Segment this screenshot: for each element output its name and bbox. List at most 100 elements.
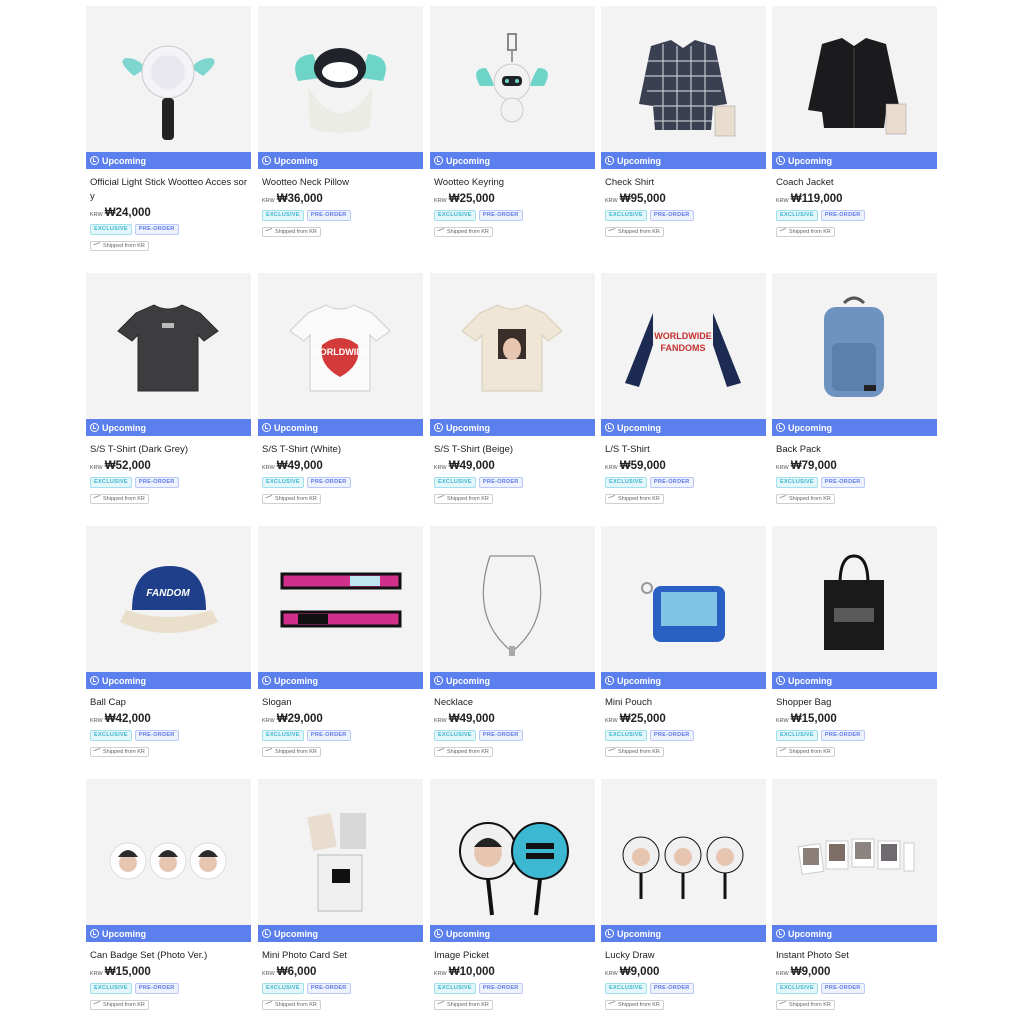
shipping-badge: Shipped from KR [776,226,835,237]
preorder-badge: PRE-ORDER [134,477,179,488]
product-name[interactable]: Can Badge Set (Photo Ver.) [86,949,251,963]
product-image[interactable] [86,273,251,419]
airplane-icon [608,227,617,236]
product-image[interactable] [86,6,251,152]
product-name[interactable]: S/S T-Shirt (Dark Grey) [86,443,251,457]
shipping-badge: Shipped from KR [605,493,664,504]
tag-list: EXCLUSIVE PRE-ORDER [601,730,766,741]
product-name[interactable]: Shopper Bag [772,696,937,710]
airplane-icon [265,227,274,236]
preorder-badge: PRE-ORDER [649,730,694,741]
product-name[interactable]: Wootteo Neck Pillow [258,176,423,190]
product-card[interactable]: WORLDWIDE Upcoming S/S T-Shirt (White) K… [258,273,423,506]
product-card[interactable]: Upcoming Necklace KRW ₩49,000 EXCLUSIVE … [430,526,595,759]
clock-icon [90,676,99,685]
exclusive-badge: EXCLUSIVE [605,210,647,221]
shipping-label: Shipped from KR [447,748,489,755]
product-name[interactable]: Slogan [258,696,423,710]
product-card[interactable]: Upcoming Check Shirt KRW ₩95,000 EXCLUSI… [601,6,766,239]
product-image[interactable] [86,779,251,925]
product-card[interactable]: Upcoming Mini Pouch KRW ₩25,000 EXCLUSIV… [601,526,766,759]
product-image[interactable] [772,779,937,925]
product-card[interactable]: WORLDWIDE FANDOMS Upcoming L/S T-Shirt KR… [601,273,766,506]
product-card[interactable]: Upcoming Lucky Draw KRW ₩9,000 EXCLUSIVE… [601,779,766,1012]
product-card[interactable]: Upcoming Wootteo Keyring KRW ₩25,000 EXC… [430,6,595,239]
tshirt-dark-grey-image [117,304,219,392]
product-image[interactable] [258,779,423,925]
product-name[interactable]: Coach Jacket [772,176,937,190]
product-card[interactable]: Upcoming Coach Jacket KRW ₩119,000 EXCLU… [772,6,937,239]
currency-label: KRW [90,212,103,218]
product-card[interactable]: Upcoming Image Picket KRW ₩10,000 EXCLUS… [430,779,595,1012]
product-name[interactable]: Instant Photo Set [772,949,937,963]
necklace-image [482,555,542,656]
product-card[interactable]: Upcoming Slogan KRW ₩29,000 EXCLUSIVE PR… [258,526,423,759]
shipping-badge: Shipped from KR [605,999,664,1010]
product-image[interactable] [430,779,595,925]
preorder-badge: PRE-ORDER [134,224,179,235]
price-row: KRW ₩25,000 [601,713,766,725]
product-name[interactable]: Lucky Draw [601,949,766,963]
product-price: ₩15,000 [104,966,151,978]
product-card[interactable]: Upcoming Mini Photo Card Set KRW ₩6,000 … [258,779,423,1012]
tag-list: EXCLUSIVE PRE-ORDER [772,477,937,488]
product-price: ₩25,000 [448,193,495,205]
preorder-badge: PRE-ORDER [478,983,523,994]
product-name[interactable]: S/S T-Shirt (White) [258,443,423,457]
preorder-badge: PRE-ORDER [820,477,865,488]
keyring-image [476,33,548,123]
product-image[interactable] [772,273,937,419]
product-card[interactable]: Upcoming Instant Photo Set KRW ₩9,000 EX… [772,779,937,1012]
upcoming-label: Upcoming [102,422,146,433]
shipping-badge: Shipped from KR [776,746,835,757]
product-image[interactable] [258,526,423,672]
tag-list: EXCLUSIVE PRE-ORDER [258,210,423,221]
product-name[interactable]: L/S T-Shirt [601,443,766,457]
product-card[interactable]: Upcoming S/S T-Shirt (Dark Grey) KRW ₩52… [86,273,251,506]
shipping-badge: Shipped from KR [90,746,149,757]
product-name[interactable]: Necklace [430,696,595,710]
product-price: ₩29,000 [276,713,323,725]
price-row: KRW ₩29,000 [258,713,423,725]
exclusive-badge: EXCLUSIVE [434,730,476,741]
product-image[interactable] [430,6,595,152]
instant-photo-image [797,838,915,875]
product-card[interactable]: Upcoming Back Pack KRW ₩79,000 EXCLUSIVE… [772,273,937,506]
tag-list: EXCLUSIVE PRE-ORDER [86,224,251,235]
product-name[interactable]: Ball Cap [86,696,251,710]
exclusive-badge: EXCLUSIVE [90,224,132,235]
product-card[interactable]: Upcoming Can Badge Set (Photo Ver.) KRW … [86,779,251,1012]
upcoming-label: Upcoming [446,155,490,166]
product-name[interactable]: Image Picket [430,949,595,963]
product-name[interactable]: S/S T-Shirt (Beige) [430,443,595,457]
product-image[interactable] [258,6,423,152]
product-card[interactable]: Upcoming Wootteo Neck Pillow KRW ₩36,000… [258,6,423,239]
shipping-label: Shipped from KR [789,228,831,235]
product-image[interactable] [601,6,766,152]
product-image[interactable]: WORLDWIDE [258,273,423,419]
product-name[interactable]: Wootteo Keyring [430,176,595,190]
product-image[interactable] [601,779,766,925]
product-name[interactable]: Back Pack [772,443,937,457]
product-image[interactable] [430,273,595,419]
product-image[interactable]: FANDOM [86,526,251,672]
product-name[interactable]: Check Shirt [601,176,766,190]
product-card[interactable]: Upcoming Official Light Stick Wootteo Ac… [86,6,251,253]
upcoming-banner: Upcoming [601,672,766,689]
product-image[interactable] [772,6,937,152]
currency-label: KRW [434,971,447,977]
product-card[interactable]: Upcoming Shopper Bag KRW ₩15,000 EXCLUSI… [772,526,937,759]
product-image[interactable] [772,526,937,672]
product-image[interactable]: WORLDWIDE FANDOMS [601,273,766,419]
product-card[interactable]: Upcoming S/S T-Shirt (Beige) KRW ₩49,000… [430,273,595,506]
product-name[interactable]: Mini Photo Card Set [258,949,423,963]
product-name[interactable]: Mini Pouch [601,696,766,710]
product-image[interactable] [601,526,766,672]
product-card[interactable]: FANDOM Upcoming Ball Cap KRW ₩42,000 EXC… [86,526,251,759]
ball-cap-image: FANDOM [120,566,218,633]
price-row: KRW ₩25,000 [430,193,595,205]
product-image[interactable] [430,526,595,672]
clock-icon [434,929,443,938]
product-name[interactable]: Official Light Stick Wootteo Acces sory [86,176,251,204]
preorder-badge: PRE-ORDER [478,730,523,741]
